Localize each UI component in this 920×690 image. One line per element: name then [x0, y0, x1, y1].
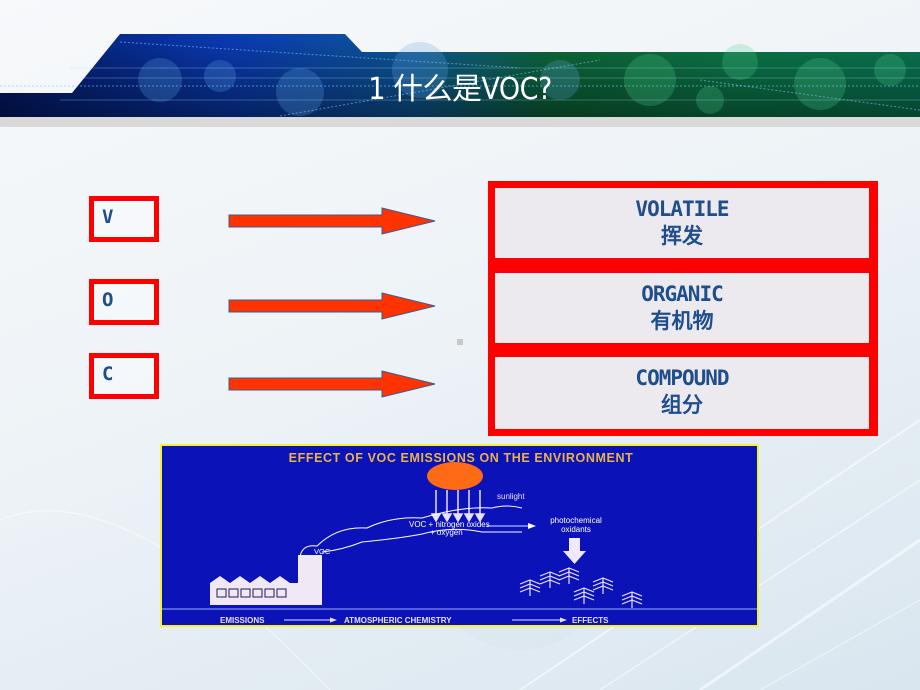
definition-chinese: 组分 — [661, 393, 703, 417]
letter-box-v: V — [89, 196, 159, 242]
definition-group: VOLATILE 挥发 ORGANIC 有机物 COMPOUND 组分 — [488, 181, 878, 436]
footer-emissions: EMISSIONS — [220, 616, 265, 625]
definition-compound: COMPOUND 组分 — [495, 357, 869, 429]
letter-box-c: C — [89, 353, 159, 399]
definition-chinese: 挥发 — [661, 224, 703, 248]
sunlight-rays — [430, 490, 486, 523]
right-arrow-icon — [228, 207, 436, 235]
footer-atmospheric-chemistry: ATMOSPHERIC CHEMISTRY — [344, 616, 452, 625]
definition-english: VOLATILE — [635, 197, 729, 221]
definition-english: COMPOUND — [635, 366, 729, 390]
definition-volatile: VOLATILE 挥发 — [495, 188, 869, 258]
decorative-dot — [457, 339, 463, 345]
reaction-line2: + oxygen — [430, 528, 463, 537]
letter-label: O — [102, 289, 114, 311]
tree-icons — [519, 567, 643, 608]
slide-title: 1 什么是VOC? — [368, 72, 552, 107]
voc-plume-lower — [321, 528, 522, 553]
letter-label: C — [102, 363, 114, 385]
footer-effects: EFFECTS — [572, 616, 609, 625]
banner-divider — [0, 117, 920, 127]
sun-icon — [427, 462, 483, 490]
product-line1: photochemical — [550, 516, 602, 525]
down-arrow-icon — [563, 538, 586, 564]
footer-arrow — [512, 617, 567, 623]
definition-chinese: 有机物 — [650, 309, 714, 333]
definition-english: ORGANIC — [641, 282, 724, 306]
sunlight-label: sunlight — [497, 492, 525, 501]
footer-arrow — [284, 617, 337, 623]
product-line2: oxidants — [561, 525, 591, 534]
reaction-arrow — [487, 523, 536, 529]
plume-label: VOC — [314, 547, 331, 556]
definition-organic: ORGANIC 有机物 — [495, 273, 869, 343]
letter-label: V — [102, 206, 114, 228]
right-arrow-icon — [228, 292, 436, 320]
right-arrow-icon — [228, 370, 436, 398]
letter-box-o: O — [89, 279, 159, 325]
voc-environment-diagram: EFFECT OF VOC EMISSIONS ON THE ENVIRONME… — [160, 444, 759, 627]
